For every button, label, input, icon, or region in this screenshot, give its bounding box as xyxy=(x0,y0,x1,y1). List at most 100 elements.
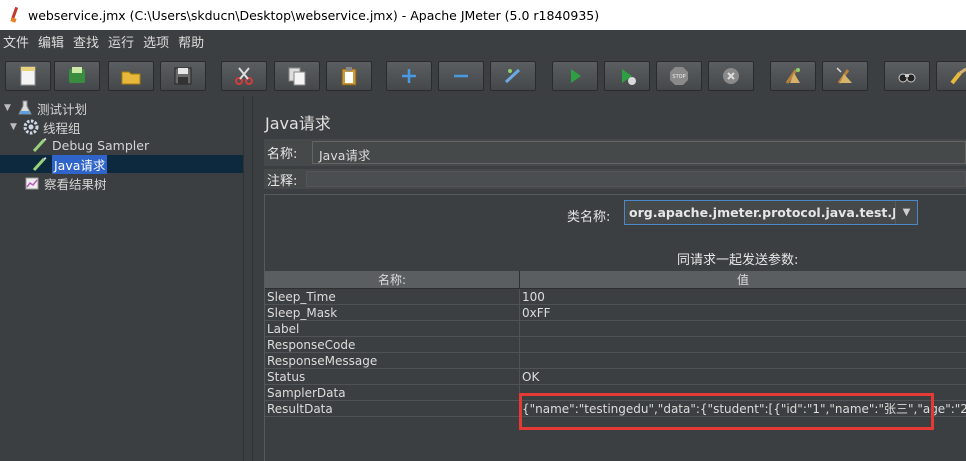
templates-icon xyxy=(69,67,85,83)
menu-search[interactable]: 查找 xyxy=(69,32,103,51)
panel-title: Java请求 xyxy=(265,114,331,133)
tree-item-label: Debug Sampler xyxy=(52,137,150,153)
param-name[interactable]: SamplerData xyxy=(265,385,520,401)
comment-input[interactable] xyxy=(306,171,966,187)
param-name[interactable]: Sleep_Mask xyxy=(265,305,520,321)
toolbar: STOP xyxy=(0,56,966,96)
thread-group-icon xyxy=(23,119,39,135)
column-header-name[interactable]: 名称: xyxy=(265,271,520,288)
sampler-icon xyxy=(32,156,48,172)
table-row[interactable]: Sleep_Time 100 xyxy=(265,289,966,305)
column-header-value[interactable]: 值 xyxy=(520,271,966,288)
param-value[interactable] xyxy=(520,337,966,353)
comment-row: 注释: xyxy=(264,169,966,189)
collapse-all-button[interactable] xyxy=(438,61,484,91)
start-no-pause-icon xyxy=(622,69,636,85)
tree-item-label: 察看结果树 xyxy=(44,176,107,192)
java-request-panel: Java请求 名称: Java请求 注释: 类名称: org.apache.jm… xyxy=(254,96,966,461)
new-button[interactable] xyxy=(5,61,51,91)
param-value[interactable]: 0xFF xyxy=(520,305,966,321)
tree-item-java-request[interactable]: Java请求 xyxy=(0,154,243,174)
save-icon xyxy=(174,67,192,85)
table-row[interactable]: Sleep_Mask 0xFF xyxy=(265,305,966,321)
menu-bar: 文件 编辑 查找 运行 选项 帮助 xyxy=(0,30,966,52)
tree-item-view-results-tree[interactable]: 察看结果树 xyxy=(24,174,107,192)
start-icon xyxy=(571,69,581,83)
param-value[interactable]: OK xyxy=(520,369,966,385)
start-button[interactable] xyxy=(552,61,598,91)
table-row[interactable]: Label xyxy=(265,321,966,337)
tree-item-debug-sampler[interactable]: Debug Sampler xyxy=(32,136,149,154)
table-header: 名称: 值 xyxy=(265,271,966,289)
collapse-icon xyxy=(454,74,468,78)
param-name[interactable]: Sleep_Time xyxy=(265,289,520,305)
comment-label: 注释: xyxy=(267,173,298,189)
listener-icon xyxy=(24,175,40,191)
copy-icon xyxy=(288,67,306,86)
param-name[interactable]: Label xyxy=(265,321,520,337)
menu-help[interactable]: 帮助 xyxy=(174,32,208,51)
table-row[interactable]: Status OK xyxy=(265,369,966,385)
expand-icon xyxy=(402,69,416,83)
menu-edit[interactable]: 编辑 xyxy=(34,32,68,51)
table-row[interactable]: ResponseMessage xyxy=(265,353,966,369)
param-name[interactable]: ResponseMessage xyxy=(265,353,520,369)
stop-button[interactable]: STOP xyxy=(656,61,702,91)
reset-search-icon xyxy=(950,67,966,85)
save-button[interactable] xyxy=(160,61,206,91)
expand-all-button[interactable] xyxy=(386,61,432,91)
toggle-icon xyxy=(504,68,521,84)
param-value[interactable]: 100 xyxy=(520,289,966,305)
name-input[interactable]: Java请求 xyxy=(312,141,966,164)
tree-item-label: 测试计划 xyxy=(37,101,88,117)
svg-text:STOP: STOP xyxy=(672,74,685,80)
new-icon xyxy=(20,66,36,86)
classname-select[interactable]: org.apache.jmeter.protocol.java.test.Jav… xyxy=(624,200,918,225)
tree-item-test-plan[interactable]: ▼ 测试计划 xyxy=(4,99,87,117)
clear-all-icon xyxy=(836,67,852,84)
start-no-pause-button[interactable] xyxy=(604,61,650,91)
table-row[interactable]: SamplerData xyxy=(265,385,966,401)
param-name[interactable]: Status xyxy=(265,369,520,385)
param-value[interactable] xyxy=(520,353,966,369)
stop-icon: STOP xyxy=(670,67,688,85)
param-name[interactable]: ResponseCode xyxy=(265,337,520,353)
cut-icon xyxy=(235,67,253,85)
table-row[interactable]: ResultData {"name":"testingedu","data":{… xyxy=(265,401,966,417)
cut-button[interactable] xyxy=(221,61,267,91)
clear-all-button[interactable] xyxy=(822,61,868,91)
templates-button[interactable] xyxy=(54,61,100,91)
paste-button[interactable] xyxy=(326,61,372,91)
open-button[interactable] xyxy=(108,61,154,91)
param-value[interactable] xyxy=(520,385,966,401)
name-label: 名称: xyxy=(267,147,298,162)
expand-arrow-icon[interactable]: ▼ xyxy=(4,103,14,113)
window-title: webservice.jmx (C:\Users\skducn\Desktop\… xyxy=(28,7,600,23)
param-value[interactable] xyxy=(520,321,966,337)
menu-run[interactable]: 运行 xyxy=(104,32,138,51)
reset-search-button[interactable] xyxy=(936,61,966,91)
copy-button[interactable] xyxy=(274,61,320,91)
search-button[interactable] xyxy=(884,61,930,91)
expand-arrow-icon[interactable]: ▼ xyxy=(10,122,20,132)
tree-item-label: 线程组 xyxy=(43,120,81,136)
classname-label: 类名称: xyxy=(567,210,611,225)
toggle-button[interactable] xyxy=(490,61,536,91)
menu-file[interactable]: 文件 xyxy=(0,32,33,51)
paste-icon xyxy=(341,67,357,86)
menu-options[interactable]: 选项 xyxy=(139,32,173,51)
classname-value: org.apache.jmeter.protocol.java.test.Jav… xyxy=(629,205,895,220)
shutdown-button[interactable] xyxy=(708,61,754,91)
test-plan-icon xyxy=(17,100,33,116)
shutdown-icon xyxy=(723,68,739,84)
clear-icon xyxy=(785,68,800,84)
param-name[interactable]: ResultData xyxy=(265,401,520,417)
param-value[interactable]: {"name":"testingedu","data":{"student":[… xyxy=(520,401,966,417)
split-pane-divider[interactable] xyxy=(243,96,253,461)
table-row[interactable]: ResponseCode xyxy=(265,337,966,353)
clear-button[interactable] xyxy=(770,61,816,91)
tree-item-thread-group[interactable]: ▼ 线程组 xyxy=(10,118,81,136)
tree-item-label: Java请求 xyxy=(52,154,108,174)
chevron-down-icon[interactable]: ▼ xyxy=(895,201,917,224)
jmeter-feather-icon xyxy=(8,7,22,23)
